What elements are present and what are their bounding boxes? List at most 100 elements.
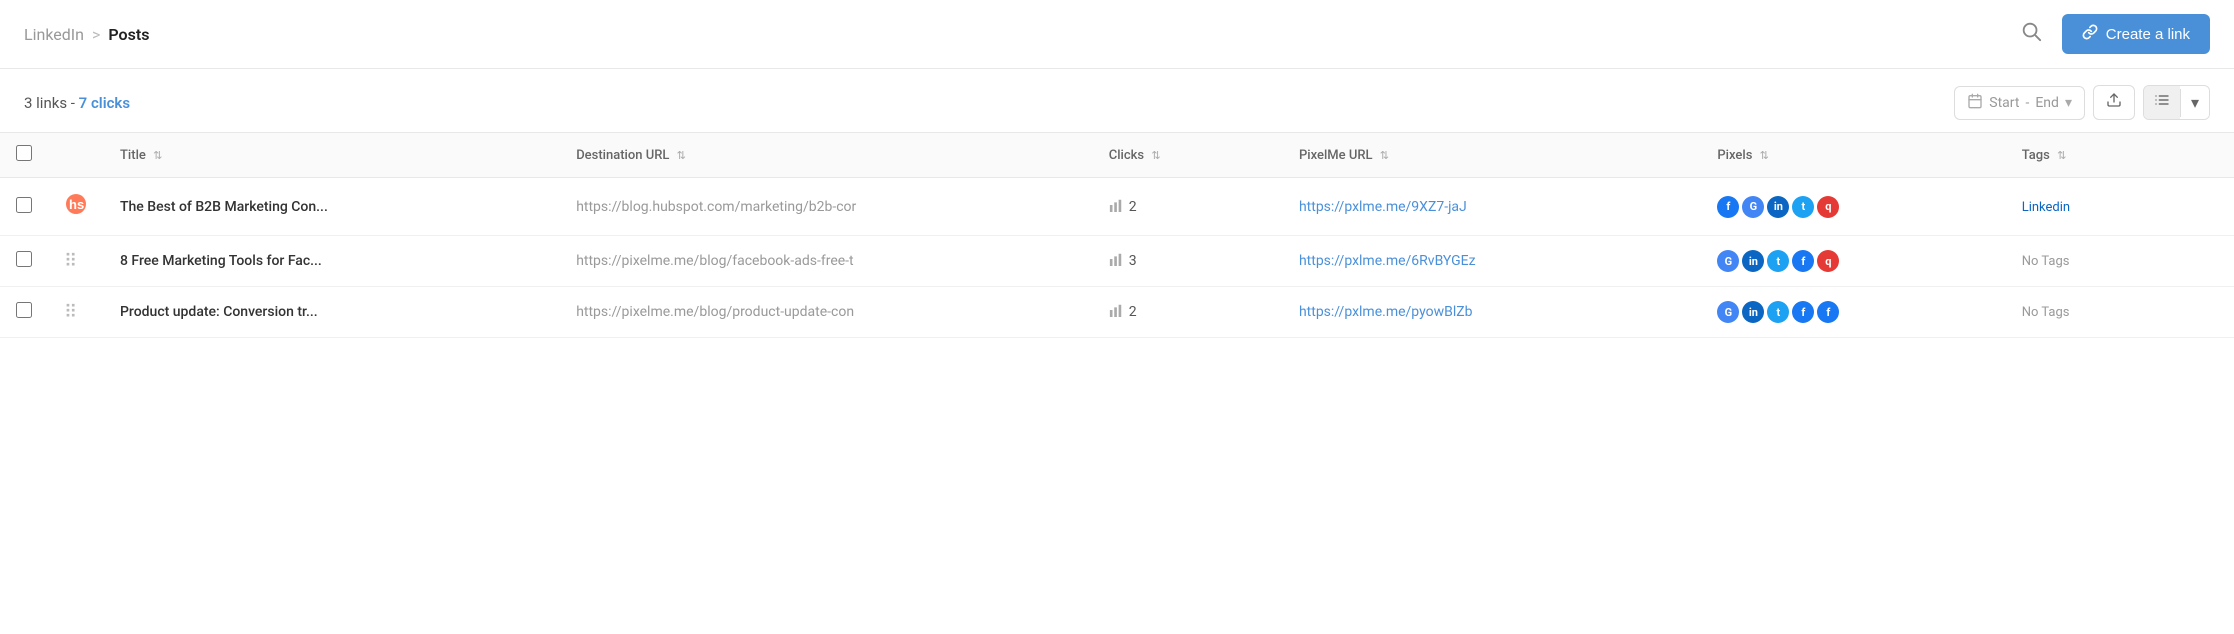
col-header-title[interactable]: Title ⇅ (104, 133, 560, 178)
col-header-pixels[interactable]: Pixels ⇅ (1701, 133, 2005, 178)
pixelme-url-link[interactable]: https://pxlme.me/pyowBlZb (1299, 304, 1473, 320)
clicks-value: 2 (1129, 199, 1137, 215)
pixel-dots: Gintfq (1717, 250, 1989, 272)
sort-clicks-icon: ⇅ (1151, 149, 1160, 162)
breadcrumb-current: Posts (108, 25, 149, 44)
row-tags-cell: No Tags (2006, 236, 2234, 287)
breadcrumb: LinkedIn > Posts (24, 25, 149, 44)
row-clicks: 3 (1109, 252, 1267, 270)
pixelme-url-link[interactable]: https://pxlme.me/6RvBYGEz (1299, 253, 1476, 269)
create-link-label: Create a link (2106, 26, 2190, 43)
breadcrumb-parent[interactable]: LinkedIn (24, 25, 84, 44)
g-pixel-icon: G (1742, 196, 1764, 218)
row-tags-cell: Linkedin (2006, 178, 2234, 236)
tw-pixel-icon: t (1792, 196, 1814, 218)
toolbar: 3 links - 7 clicks Start - End ▾ (0, 69, 2234, 132)
row-checkbox-cell (0, 236, 48, 287)
row-icon-cell: ⠿ (48, 236, 104, 287)
row-clicks: 2 (1109, 303, 1267, 321)
links-table-container: Title ⇅ Destination URL ⇅ Clicks ⇅ Pixel… (0, 132, 2234, 338)
fb-pixel-icon: f (1792, 250, 1814, 272)
table-header-row: Title ⇅ Destination URL ⇅ Clicks ⇅ Pixel… (0, 133, 2234, 178)
row-title: Product update: Conversion tr... (120, 304, 318, 320)
col-header-tags[interactable]: Tags ⇅ (2006, 133, 2234, 178)
row-checkbox[interactable] (16, 197, 32, 213)
links-table: Title ⇅ Destination URL ⇅ Clicks ⇅ Pixel… (0, 132, 2234, 338)
row-dest-cell: https://pixelme.me/blog/product-update-c… (560, 287, 1093, 338)
row-clicks: 2 (1109, 198, 1267, 216)
drag-handle-icon: ⠿ (64, 251, 75, 272)
svg-text:hs: hs (69, 197, 84, 212)
tw-pixel-icon: t (1767, 301, 1789, 323)
breadcrumb-separator: > (92, 25, 100, 44)
date-separator: - (2025, 95, 2029, 111)
table-row: ⠿ Product update: Conversion tr... https:/… (0, 287, 2234, 338)
row-dest-cell: https://pixelme.me/blog/facebook-ads-fre… (560, 236, 1093, 287)
col-header-checkbox (0, 133, 48, 178)
date-end: End (2035, 95, 2059, 111)
col-header-clicks[interactable]: Clicks ⇅ (1093, 133, 1283, 178)
row-checkbox[interactable] (16, 302, 32, 318)
row-title-cell: The Best of B2B Marketing Con... (104, 178, 560, 236)
row-icon-cell: hs (48, 178, 104, 236)
row-checkbox-cell (0, 178, 48, 236)
row-clicks-cell: 3 (1093, 236, 1283, 287)
search-button[interactable] (2012, 16, 2050, 52)
fb-pixel-icon: f (1792, 301, 1814, 323)
row-pixels-cell: Gintfq (1701, 236, 2005, 287)
sort-pixelme-icon: ⇅ (1380, 149, 1389, 162)
hubspot-icon: hs (64, 197, 88, 221)
g-pixel-icon: G (1717, 301, 1739, 323)
row-clicks-cell: 2 (1093, 178, 1283, 236)
create-link-icon (2082, 24, 2098, 44)
row-title-cell: Product update: Conversion tr... (104, 287, 560, 338)
drag-handle-icon: ⠿ (64, 302, 75, 323)
bar-chart-icon (1109, 303, 1123, 321)
q-pixel-icon: q (1817, 196, 1839, 218)
li-pixel-icon: in (1767, 196, 1789, 218)
sort-title-icon: ⇅ (153, 149, 162, 162)
row-pixelme-cell: https://pxlme.me/pyowBlZb (1283, 287, 1701, 338)
bar-chart-icon (1109, 252, 1123, 270)
chevron-down-icon: ▾ (2065, 95, 2072, 111)
row-pixelme-cell: https://pxlme.me/6RvBYGEz (1283, 236, 1701, 287)
row-title: The Best of B2B Marketing Con... (120, 199, 328, 215)
row-dest-cell: https://blog.hubspot.com/marketing/b2b-c… (560, 178, 1093, 236)
calendar-icon (1967, 93, 1983, 113)
list-view-button[interactable] (2144, 86, 2180, 119)
li-pixel-icon: in (1742, 250, 1764, 272)
row-pixels-cell: Gintff (1701, 287, 2005, 338)
date-range-picker[interactable]: Start - End ▾ (1954, 86, 2085, 120)
export-button[interactable] (2093, 85, 2135, 120)
row-checkbox[interactable] (16, 251, 32, 267)
bar-chart-icon (1109, 198, 1123, 216)
create-link-button[interactable]: Create a link (2062, 14, 2210, 54)
li-pixel-icon: in (1742, 301, 1764, 323)
chevron-view-button[interactable]: ▾ (2181, 87, 2209, 119)
row-dest-url: https://blog.hubspot.com/marketing/b2b-c… (576, 199, 856, 215)
row-dest-url: https://pixelme.me/blog/product-update-c… (576, 304, 854, 320)
col-header-pixelme[interactable]: PixelMe URL ⇅ (1283, 133, 1701, 178)
clicks-value: 3 (1129, 253, 1137, 269)
fb-pixel-icon: f (1717, 196, 1739, 218)
sort-tags-icon: ⇅ (2057, 149, 2066, 162)
pixel-dots: fGintq (1717, 196, 1989, 218)
row-tag: Linkedin (2022, 200, 2070, 215)
toolbar-controls: Start - End ▾ (1954, 85, 2210, 120)
summary-clicks: 7 clicks (79, 94, 130, 112)
row-pixels-cell: fGintq (1701, 178, 2005, 236)
select-all-checkbox[interactable] (16, 145, 32, 161)
row-title: 8 Free Marketing Tools for Fac... (120, 253, 322, 269)
row-tag: No Tags (2022, 254, 2070, 269)
tw-pixel-icon: t (1767, 250, 1789, 272)
fb-pixel-icon: f (1817, 301, 1839, 323)
pixelme-url-link[interactable]: https://pxlme.me/9XZ7-jaJ (1299, 199, 1467, 215)
q-pixel-icon: q (1817, 250, 1839, 272)
row-checkbox-cell (0, 287, 48, 338)
row-tag: No Tags (2022, 305, 2070, 320)
clicks-value: 2 (1129, 304, 1137, 320)
summary-text: 3 links - 7 clicks (24, 94, 130, 112)
row-icon-cell: ⠿ (48, 287, 104, 338)
row-clicks-cell: 2 (1093, 287, 1283, 338)
col-header-dest[interactable]: Destination URL ⇅ (560, 133, 1093, 178)
